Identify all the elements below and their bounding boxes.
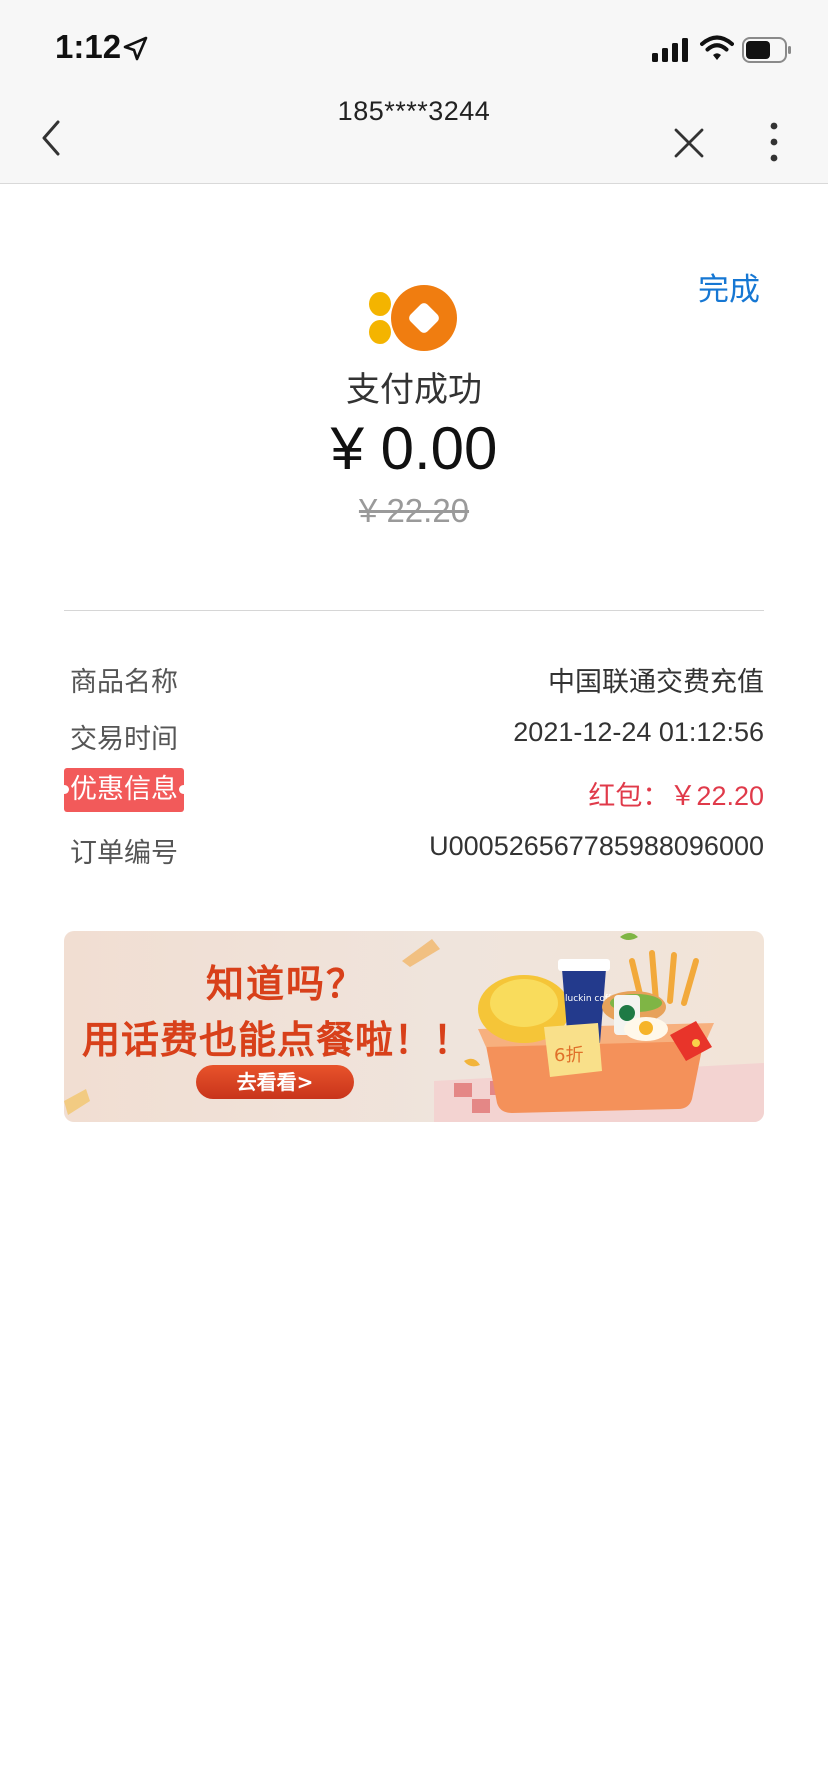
payment-status: 支付成功 [346,370,482,410]
status-bar: 1:12 [0,0,828,92]
cellular-signal-icon [652,38,688,62]
page-title: 185****3244 [337,96,491,126]
detail-value: 中国联通交费充值 [548,667,764,697]
close-icon[interactable] [672,126,706,160]
falling-chip-decoration [64,1089,90,1115]
detail-row-order-number: 订单编号 U000526567785988096000 [64,831,764,875]
battery-icon [742,37,791,63]
detail-row-time: 交易时间 2021-12-24 01:12:56 [64,717,764,761]
wifi-icon [700,35,734,60]
more-options-icon[interactable] [764,120,784,164]
detail-value: 红包：￥22.20 [588,781,764,811]
divider [64,610,764,611]
detail-label: 交易时间 [70,724,178,755]
detail-row-promotion: 优惠信息 红包：￥22.20 [60,768,764,818]
payment-logo-icon [369,285,457,351]
detail-row-product: 商品名称 中国联通交费充值 [64,660,764,704]
status-time: 1:12 [55,28,122,65]
location-arrow-icon [123,36,148,61]
banner-subheadline: 用话费也能点餐啦！！ [82,1018,473,1062]
detail-value: U000526567785988096000 [429,831,764,861]
original-amount: ¥ 22.20 [358,492,470,529]
promo-banner[interactable]: 知道吗？ 用话费也能点餐啦！！ 去看看> luckin coffee 6折 [64,931,764,1122]
detail-label: 订单编号 [70,838,178,869]
detail-value: 2021-12-24 01:12:56 [513,717,764,747]
food-basket-illustration: luckin coffee 6折 [434,933,764,1122]
banner-headline: 知道吗？ [206,962,367,1006]
done-button[interactable]: 完成 [698,264,760,309]
paid-amount: ¥ 0.00 [330,415,498,482]
banner-go-button[interactable]: 去看看> [196,1065,354,1099]
detail-label: 商品名称 [70,667,178,698]
nav-bar: 185****3244 [0,92,828,184]
promo-badge: 优惠信息 [60,768,188,812]
falling-chip-decoration [402,939,440,967]
discount-badge-text: 6折 [554,1045,583,1066]
